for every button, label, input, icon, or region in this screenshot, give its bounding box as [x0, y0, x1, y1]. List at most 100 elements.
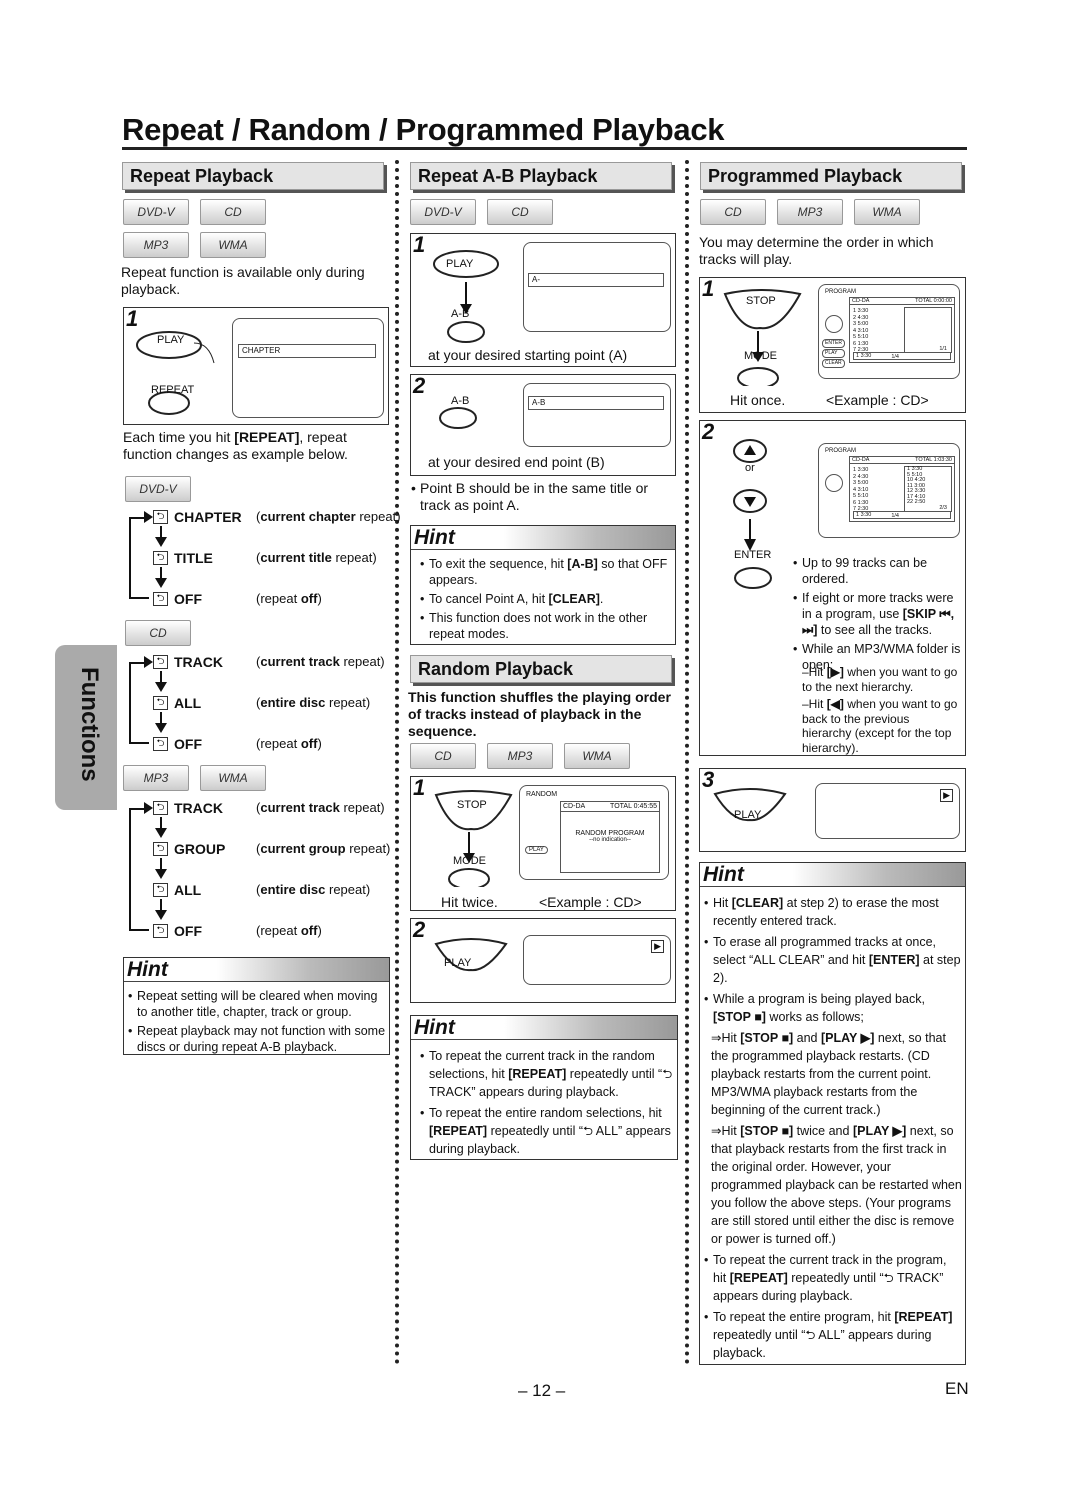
repeat-mode-description: (current group repeat) [256, 841, 390, 856]
current-entry: 1 3:30 [853, 352, 951, 360]
text-segment: ⇒Hit [711, 1124, 741, 1138]
programmed-playback-heading: Programmed Playback [700, 162, 962, 190]
repeat-icon: ⮌ [153, 655, 168, 669]
repeat-playback-heading: Repeat Playback [122, 162, 384, 190]
osd-a: A- [528, 273, 664, 287]
hint-heading: Hint [411, 526, 675, 550]
loop-arrow [129, 662, 149, 744]
bold-text: [▶] [826, 665, 844, 679]
text-segment: Up to 99 tracks can be ordered. [802, 556, 928, 586]
cd-icon: CD [410, 743, 476, 769]
bold-text: [REPEAT] [508, 1067, 567, 1081]
text-segment: –Hit [802, 665, 827, 679]
repeat-description: Each time you hit [REPEAT], repeat funct… [123, 429, 389, 463]
osd-line: --no indication-- [589, 837, 631, 843]
osd-panel: CD-DA TOTAL 0:45:55 RANDOM PROGRAM --no i… [560, 801, 660, 873]
bold-text: current chapter [260, 509, 356, 524]
text-segment: ⇒Hit [711, 1031, 741, 1045]
tv-screen: A-B [523, 383, 671, 447]
bold-text: current title [260, 550, 332, 565]
bullet-item: Hit [CLEAR] at step 2) to erase the most… [703, 894, 963, 930]
text-segment: While a program is being played back, [713, 992, 925, 1006]
step-number: 2 [413, 917, 426, 942]
osd-title: PROGRAM [825, 289, 857, 295]
hint-heading: Hint [411, 1016, 677, 1040]
repeat-mode-description: (repeat off) [256, 923, 322, 938]
language-label: EN [945, 1379, 969, 1398]
functions-side-tab: Functions [55, 645, 117, 810]
text-segment: repeat) [339, 654, 385, 669]
bold-text: [REPEAT] [729, 1271, 788, 1285]
text-segment: To cancel Point A, hit [429, 592, 549, 606]
bullet-item: ⇒Hit [STOP ■] twice and [PLAY ▶] next, s… [711, 1122, 963, 1248]
text-segment: Each time you hit [123, 429, 235, 445]
hint-list: Repeat setting will be cleared when movi… [127, 988, 387, 1058]
tv-screen: PROGRAM CD-DA TOTAL 0:00:00 1 3:30 2 4:30 3… [818, 284, 960, 379]
repeat-mode-label: ALL [174, 695, 202, 711]
repeat-icon: ⮌ [153, 842, 168, 856]
repeat-mode-track: ⮌ TRACK [153, 654, 223, 670]
bold-text: [REPEAT] [894, 1310, 953, 1324]
repeat-mode-label: ALL [174, 882, 202, 898]
arrow-down-icon [155, 858, 167, 879]
page-number: – 12 – [518, 1381, 566, 1400]
repeat-mode-title: ⮌ TITLE [153, 550, 213, 566]
hint-content: Hit [CLEAR] at step 2) to erase the most… [703, 894, 963, 1365]
bold-text: [◀] [826, 697, 844, 711]
bold-text: [CLEAR] [731, 896, 784, 910]
play-button-label: PLAY [157, 334, 185, 346]
bullet-item: If eight or more tracks were in a progra… [792, 590, 962, 638]
osd-panel: CD-DA TOTAL 1:03:30 1 3:30 2 4:30 3 5:00 4 3… [849, 456, 955, 522]
repeat-mode-description: (current title repeat) [256, 550, 377, 565]
repeat-icon: ⮌ [153, 696, 168, 710]
repeat-mode-label: CHAPTER [174, 509, 242, 525]
osd-line: RANDOM PROGRAM [575, 830, 645, 837]
cd-icon: CD [200, 199, 266, 225]
random-step-1: 1 STOP MODE RANDOM CD-DA TOTAL 0:45:55 RA… [410, 775, 676, 911]
repeat-button-label: REPEAT [151, 384, 195, 396]
repeat-mode-all: ⮌ ALL [153, 695, 201, 711]
repeat-mode-label: TRACK [174, 654, 223, 670]
ab-step2-caption: at your desired end point (B) [428, 454, 605, 470]
hint-sublist: ⇒Hit [STOP ■] and [PLAY ▶] next, so that… [703, 1029, 963, 1248]
bullet-item: To repeat the entire random selections, … [419, 1104, 674, 1158]
arrow-down-icon [155, 817, 167, 838]
step-number: 2 [413, 373, 426, 398]
osd-button: ENTER [822, 339, 845, 348]
repeat-icon: ⮌ [153, 801, 168, 815]
dvd-video-icon: DVD-V [410, 199, 476, 225]
play-button-label: PLAY [734, 809, 762, 821]
bullet-item: ⇒Hit [STOP ■] and [PLAY ▶] next, so that… [711, 1029, 963, 1119]
hint-heading: Hint [124, 958, 389, 982]
ab-note: Point B should be in the same title or t… [410, 480, 676, 514]
bold-text: [STOP ■] [713, 1010, 766, 1024]
arrow-right-icon [144, 511, 153, 523]
bullet-item: This function does not work in the other… [419, 610, 669, 642]
text-segment: . [599, 592, 604, 606]
random-step-2: 2 PLAY ▶ [410, 917, 676, 1003]
step-number: 2 [702, 419, 715, 444]
bullet-item: Repeat playback may not function with so… [127, 1023, 387, 1055]
osd-ab: A-B [528, 396, 664, 410]
text-segment: repeat) [339, 800, 385, 815]
cd-icon: CD [700, 199, 766, 225]
osd-total: TOTAL 0:00:00 [915, 298, 952, 304]
text-segment: repeat [260, 923, 301, 938]
tv-screen: ▶ [523, 935, 671, 985]
ab-step-1: 1 PLAY A-B A- at your desired starting p… [410, 232, 676, 367]
hint-heading: Hint [700, 863, 965, 887]
random-playback-heading: Random Playback [410, 655, 672, 683]
ab-button-illustration [439, 407, 477, 429]
osd-button: PLAY [822, 349, 845, 358]
osd-panel: CD-DA TOTAL 0:00:00 1 3:30 2 4:30 3 5:00 4 3… [849, 297, 955, 363]
column-divider [685, 160, 689, 1365]
repeat-mode-chapter: ⮌ CHAPTER [153, 509, 242, 525]
text-segment: Repeat playback may not function with so… [137, 1024, 386, 1054]
hint-list: To repeat the current track in the progr… [703, 1251, 963, 1362]
bold-text: current track [260, 800, 340, 815]
column-divider [395, 160, 399, 1365]
bullet-item: Up to 99 tracks can be ordered. [792, 555, 962, 587]
repeat-icon: ⮌ [153, 551, 168, 565]
tv-screen: A- [523, 242, 671, 332]
text-segment: Repeat setting will be cleared when movi… [137, 989, 378, 1019]
